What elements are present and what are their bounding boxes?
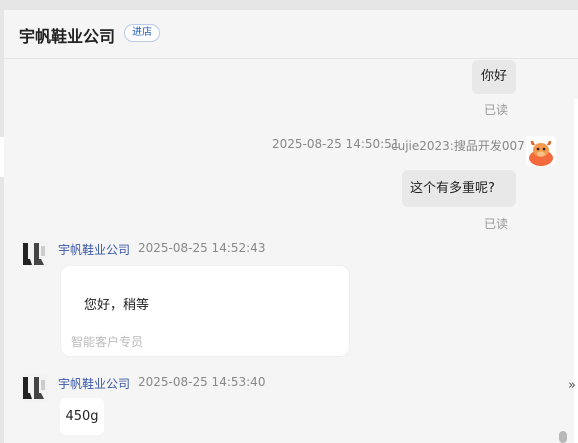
shop-avatar[interactable] — [20, 374, 48, 402]
read-status: 已读 — [484, 217, 509, 231]
message-text: 你好 — [480, 69, 507, 84]
user-avatar[interactable] — [526, 136, 556, 166]
message-time: 2025-08-25 14:52:43 — [138, 241, 266, 255]
message-card-received: 您好，稍等 智能客户专员 — [60, 265, 350, 357]
visit-shop-button[interactable]: 进店 — [124, 24, 160, 42]
bot-label: 智能客户专员 — [71, 335, 144, 349]
shop-avatar[interactable] — [20, 240, 48, 268]
shop-name[interactable]: 宇帆鞋业公司 — [19, 23, 115, 47]
scrollbar-thumb[interactable] — [559, 431, 567, 443]
read-status: 已读 — [484, 103, 509, 117]
shoes-avatar-icon — [20, 374, 48, 402]
message-time: 2025-08-25 14:53:40 — [138, 375, 266, 389]
message-sender: 宇帆鞋业公司 — [58, 243, 131, 257]
chat-header: 宇帆鞋业公司 进店 — [4, 10, 578, 59]
cow-avatar-icon — [526, 136, 556, 166]
message-sender: cujie2023:搜品开发007 — [391, 139, 525, 153]
message-text: 450g — [65, 409, 99, 424]
message-bubble-sent: 你好 — [472, 60, 516, 94]
shoes-avatar-icon — [20, 240, 48, 268]
message-list[interactable]: 你好 已读 2025-08-25 14:50:51 cujie2023:搜品开发… — [4, 60, 578, 443]
chat-window: 宇帆鞋业公司 进店 你好 已读 2025-08-25 14:50:51 cuji… — [4, 10, 578, 443]
message-text: 您好，稍等 — [84, 298, 150, 313]
message-text: 这个有多重呢? — [410, 181, 495, 196]
message-sender: 宇帆鞋业公司 — [58, 377, 131, 391]
message-time: 2025-08-25 14:50:51 — [272, 137, 400, 151]
message-bubble-sent: 这个有多重呢? — [402, 170, 516, 207]
message-bubble-received: 450g — [60, 398, 104, 435]
expand-arrow-icon[interactable]: » — [568, 376, 578, 396]
